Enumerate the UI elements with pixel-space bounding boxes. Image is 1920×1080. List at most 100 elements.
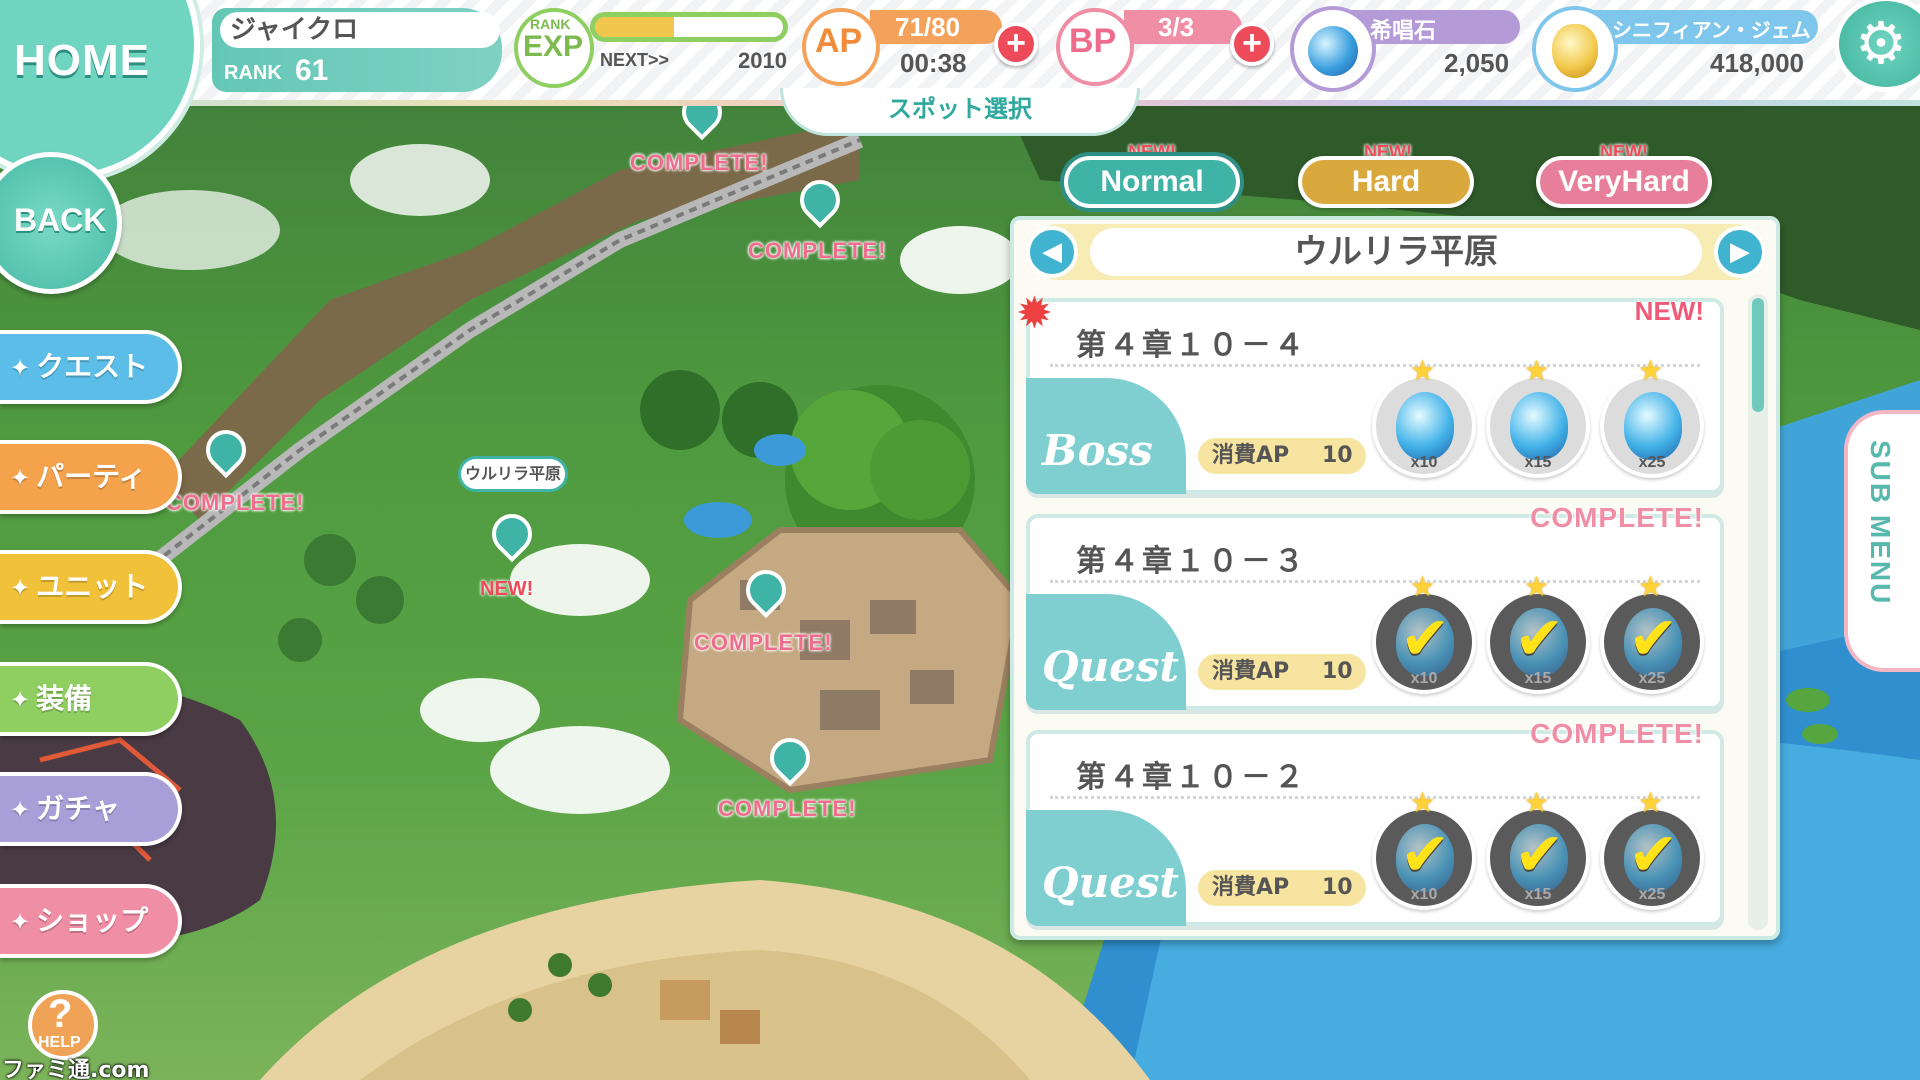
reward-multiplier: x15 [1524, 886, 1552, 903]
home-label: HOME [14, 36, 150, 85]
sparkle-icon: ✦ [10, 354, 31, 382]
stone-icon [1308, 26, 1358, 76]
star-icon: ★ [1638, 786, 1664, 819]
player-name: ジャイクロ [220, 12, 500, 48]
prev-area-button[interactable]: ◀ [1026, 226, 1078, 278]
menu-gacha-button[interactable]: ✦ ガチャ [0, 772, 182, 846]
quest-type-badge: Quest [1026, 594, 1186, 710]
menu-quest-button[interactable]: ✦ クエスト [0, 330, 182, 404]
sparkle-icon: ✦ [10, 796, 31, 824]
menu-shop-button[interactable]: ✦ ショップ [0, 884, 182, 958]
star-icon: ★ [1638, 354, 1664, 387]
stone-label: 希唱石 [1370, 19, 1437, 44]
map-pin[interactable] [737, 561, 795, 620]
check-icon: ✔ [1514, 820, 1565, 890]
check-icon: ✔ [1628, 604, 1679, 674]
menu-equipment-button[interactable]: ✦ 装備 [0, 662, 182, 736]
reward-multiplier: x10 [1410, 670, 1438, 687]
quest-type-label: Boss [1042, 426, 1153, 475]
sub-menu-label: SUB MENU [1865, 440, 1896, 606]
reward-slot: ★ ✔ x15 [1486, 786, 1590, 910]
ap-label: AP [815, 22, 863, 60]
ap-cost-value: 10 [1322, 659, 1353, 684]
reward-slot: ★ x25 [1600, 354, 1704, 478]
map-pin[interactable] [791, 171, 849, 230]
map-new-label: NEW! [480, 578, 534, 600]
ap-cost-value: 10 [1322, 875, 1353, 900]
divider [1050, 580, 1700, 583]
map-complete-label: COMPLETE! [694, 630, 833, 655]
ap-cost-label: 消費AP [1212, 443, 1290, 468]
ap-timer: 00:38 [900, 48, 967, 78]
reward-slot: ★ x15 [1486, 354, 1590, 478]
bp-add-button[interactable]: + [1230, 22, 1274, 66]
help-label: HELP [38, 1034, 81, 1051]
reward-slot: ★ ✔ x15 [1486, 570, 1590, 694]
boss-icon: ✹ [1016, 288, 1053, 339]
quest-title: 第４章１０－２ [1076, 760, 1307, 795]
sparkle-icon: ✦ [10, 908, 31, 936]
menu-party-button[interactable]: ✦ パーティ [0, 440, 182, 514]
quest-card[interactable]: ✹ NEW! 第４章１０－４ Boss 消費AP 10 ★ x10 ★ x15 ★ x2… [1016, 290, 1724, 494]
quest-title: 第４章１０－４ [1076, 328, 1307, 363]
map-pin[interactable] [761, 729, 819, 788]
help-icon: ? [48, 992, 73, 1036]
menu-label: ショップ [36, 904, 149, 937]
check-icon: ✔ [1400, 604, 1451, 674]
tab-veryhard[interactable]: VeryHard [1536, 156, 1712, 208]
map-pin[interactable] [197, 421, 255, 480]
selected-map-pin[interactable] [483, 505, 541, 564]
sparkle-icon: ✦ [10, 574, 31, 602]
menu-unit-button[interactable]: ✦ ユニット [0, 550, 182, 624]
reward-multiplier: x10 [1410, 454, 1438, 471]
star-icon: ★ [1410, 354, 1436, 387]
check-icon: ✔ [1628, 820, 1679, 890]
sparkle-icon: ✦ [10, 464, 31, 492]
check-icon: ✔ [1400, 820, 1451, 890]
rank-label: RANK [224, 62, 282, 84]
ap-cost: 消費AP 10 [1198, 438, 1366, 474]
quest-status-complete: COMPLETE! [1530, 502, 1704, 533]
gem-icon [1624, 392, 1682, 460]
star-icon: ★ [1524, 786, 1550, 819]
quest-scroll-thumb[interactable] [1752, 298, 1764, 412]
quest-type-badge: Quest [1026, 810, 1186, 926]
reward-multiplier: x10 [1410, 886, 1438, 903]
ap-add-button[interactable]: + [994, 22, 1038, 66]
reward-slot: ★ x10 [1372, 354, 1476, 478]
map-complete-label: COMPLETE! [718, 796, 857, 821]
gem-label: シニフィアン・ジェム [1612, 18, 1811, 42]
map-complete-label: COMPLETE! [166, 490, 305, 515]
gem-value: 418,000 [1710, 48, 1804, 78]
menu-label: ユニット [36, 570, 149, 603]
ap-cost: 消費AP 10 [1198, 654, 1366, 690]
stone-value: 2,050 [1444, 48, 1510, 78]
area-name: ウルリラ平原 [1090, 228, 1702, 276]
quest-card[interactable]: COMPLETE! 第４章１０－２ Quest 消費AP 10 ★ ✔ x10 ★ ✔ x… [1026, 718, 1724, 926]
quest-type-label: Quest [1042, 858, 1179, 907]
quest-card[interactable]: COMPLETE! 第４章１０－３ Quest 消費AP 10 ★ ✔ x10 ★ ✔ x… [1026, 502, 1724, 710]
sparkle-icon: ✦ [10, 686, 31, 714]
bp-label: BP [1069, 22, 1117, 60]
star-icon: ★ [1410, 570, 1436, 603]
menu-label: パーティ [36, 460, 147, 493]
next-area-button[interactable]: ▶ [1714, 226, 1766, 278]
watermark: ファミ通.com [2, 1058, 150, 1080]
quest-title: 第４章１０－３ [1076, 544, 1307, 579]
next-label: NEXT>> [600, 50, 670, 70]
arrow-right-icon: ▶ [1730, 237, 1750, 267]
exp-label: EXP [523, 30, 584, 63]
reward-slot: ★ ✔ x10 [1372, 786, 1476, 910]
tab-hard[interactable]: Hard [1298, 156, 1474, 208]
arrow-left-icon: ◀ [1042, 237, 1062, 267]
quest-status-complete: COMPLETE! [1530, 718, 1704, 749]
reward-multiplier: x15 [1524, 670, 1552, 687]
ap-cost-value: 10 [1322, 443, 1353, 468]
gear-icon: ⚙ [1855, 9, 1907, 77]
divider [1050, 796, 1700, 799]
quest-status-new: NEW! [1634, 296, 1704, 326]
tab-normal[interactable]: Normal [1064, 156, 1240, 208]
back-label: BACK [14, 202, 107, 238]
selected-spot-bubble[interactable]: ウルリラ平原 [458, 456, 568, 492]
map-complete-label: COMPLETE! [748, 238, 887, 263]
